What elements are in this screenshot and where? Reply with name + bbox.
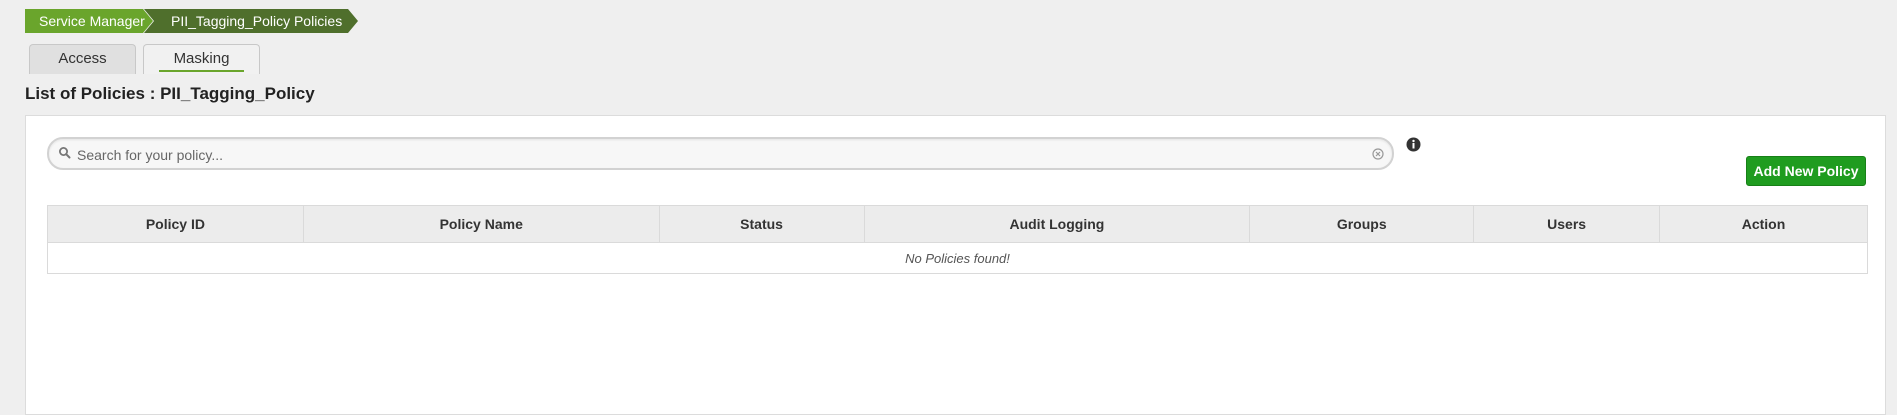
add-new-policy-button[interactable]: Add New Policy (1746, 156, 1866, 186)
clear-icon[interactable] (1372, 148, 1384, 160)
policy-table: Policy ID Policy Name Status Audit Loggi… (47, 205, 1868, 274)
table-row: No Policies found! (47, 242, 1868, 274)
tab-masking[interactable]: Masking (143, 44, 260, 74)
policy-tabs: Access Masking (29, 44, 260, 74)
breadcrumb: Service Manager PII_Tagging_Policy Polic… (25, 9, 358, 33)
search-icon (59, 147, 71, 159)
tab-access-label: Access (58, 50, 107, 67)
column-header-status[interactable]: Status (658, 205, 865, 243)
table-header-row: Policy ID Policy Name Status Audit Loggi… (47, 205, 1868, 243)
column-header-action: Action (1659, 205, 1868, 243)
breadcrumb-current-policies[interactable]: PII_Tagging_Policy Policies (144, 9, 358, 33)
column-header-policy-name[interactable]: Policy Name (302, 205, 660, 243)
tab-access[interactable]: Access (29, 44, 136, 74)
column-header-users[interactable]: Users (1473, 205, 1661, 243)
breadcrumb-service-manager[interactable]: Service Manager (25, 9, 153, 33)
empty-table-message: No Policies found! (47, 242, 1868, 274)
search-input[interactable] (75, 139, 1359, 170)
page-title: List of Policies : PII_Tagging_Policy (25, 84, 315, 103)
column-header-policy-id[interactable]: Policy ID (47, 205, 304, 243)
column-header-audit-logging[interactable]: Audit Logging (863, 205, 1251, 243)
info-icon[interactable] (1406, 137, 1421, 152)
search-box (47, 137, 1394, 170)
tab-masking-label: Masking (173, 50, 230, 67)
column-header-groups[interactable]: Groups (1249, 205, 1475, 243)
policy-list-panel: Add New Policy Policy ID Policy Name Sta… (25, 115, 1886, 415)
active-tab-indicator (159, 70, 244, 72)
